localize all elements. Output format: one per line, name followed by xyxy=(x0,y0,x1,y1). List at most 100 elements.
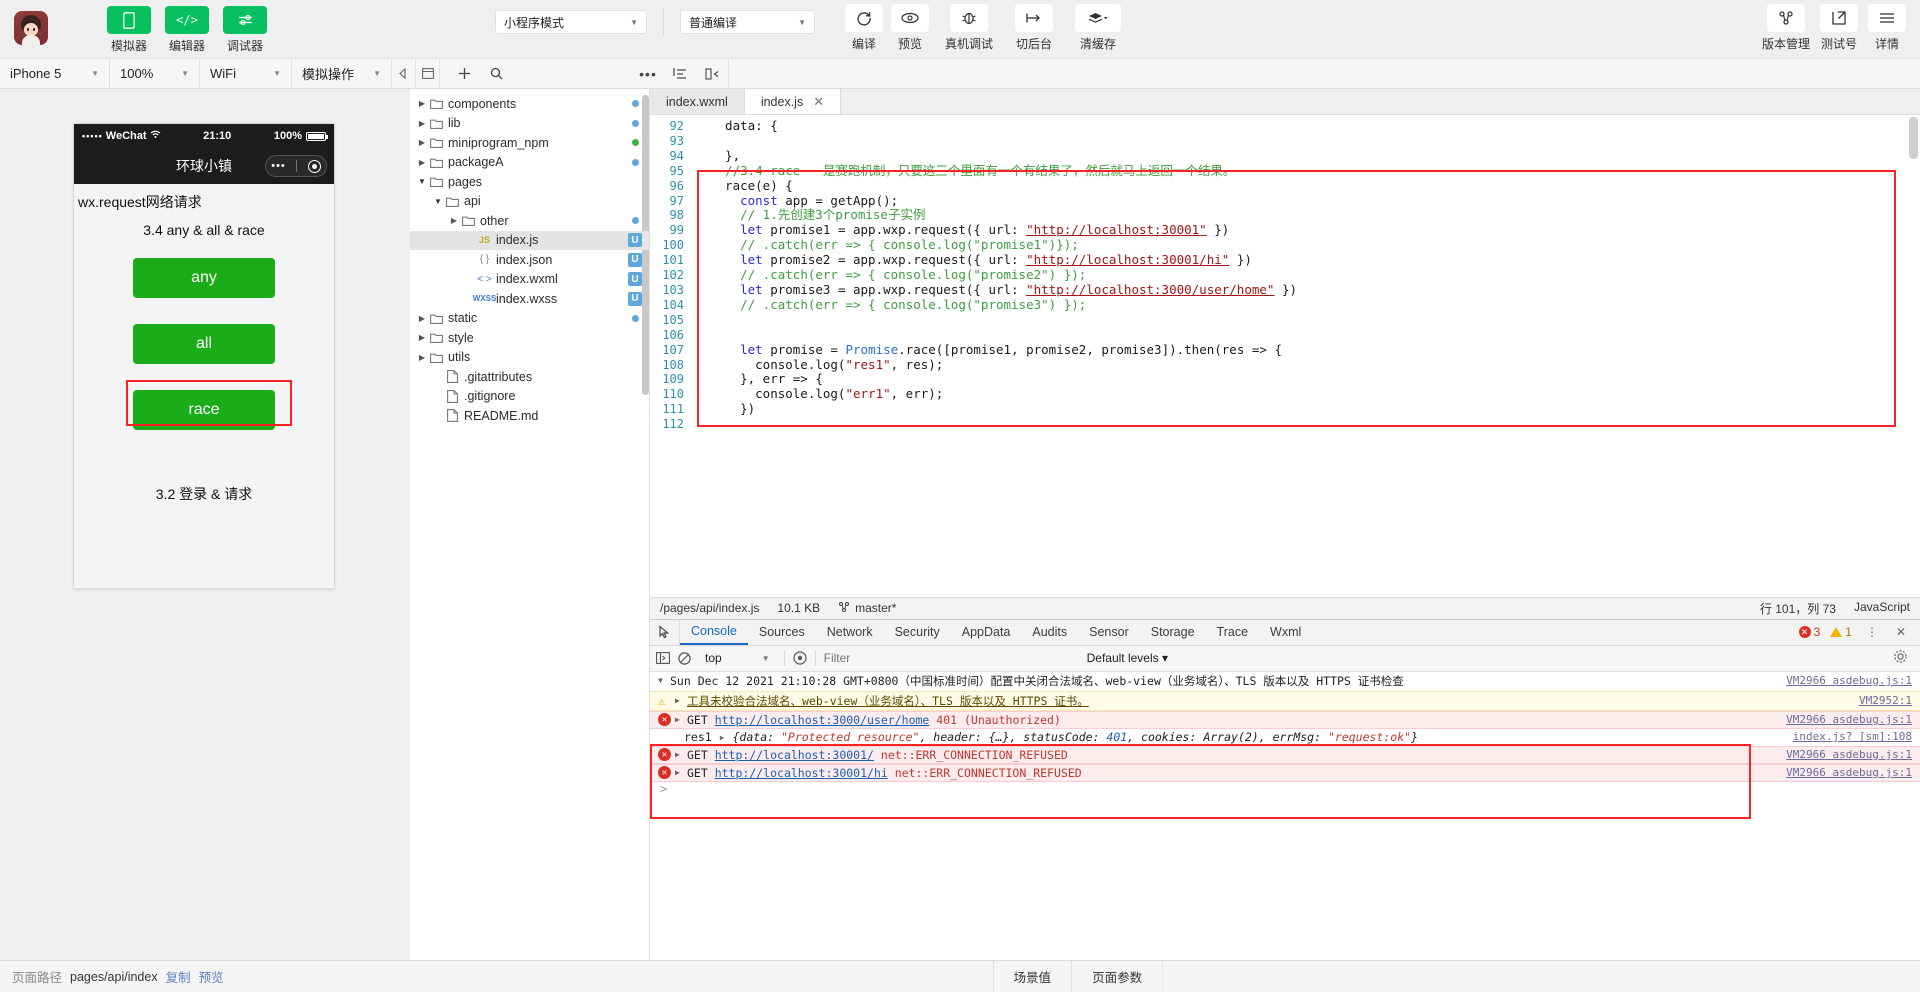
clear-cache-button[interactable]: 清缓存 xyxy=(1075,4,1122,52)
sort-icon[interactable] xyxy=(664,59,696,88)
toggle-editor[interactable]: </> 编辑器 xyxy=(164,6,210,54)
chevron-right-icon[interactable]: ▶ xyxy=(448,216,460,225)
code-line[interactable] xyxy=(710,328,1920,343)
rotate-left-icon[interactable] xyxy=(392,59,416,88)
expand-triangle-icon[interactable]: ▶ xyxy=(675,696,687,705)
editor-language[interactable]: JavaScript xyxy=(1854,600,1910,617)
code-line[interactable]: }, xyxy=(710,148,1920,164)
file-item-index-js[interactable]: JS index.js U xyxy=(410,230,649,250)
console-message-warn[interactable]: ⚠ ▶ 工具未校验合法域名、web-view（业务域名）、TLS 版本以及 HTTP… xyxy=(650,690,1920,711)
file-item-index-json[interactable]: { } index.json U xyxy=(410,250,649,270)
devtools-more-icon[interactable]: ⋮ xyxy=(1862,625,1882,639)
gear-icon[interactable] xyxy=(1893,649,1914,667)
zoom-select[interactable]: 100% ▼ xyxy=(110,59,200,88)
network-select[interactable]: WiFi ▼ xyxy=(200,59,292,88)
details-button[interactable]: 详情 xyxy=(1868,4,1906,52)
log-levels-select[interactable]: Default levels ▾ xyxy=(1087,651,1168,665)
chevron-right-icon[interactable]: ▶ xyxy=(416,353,428,362)
file-item-packagea[interactable]: ▶ packageA xyxy=(410,153,649,173)
file-item-other[interactable]: ▶ other xyxy=(410,211,649,231)
code-line[interactable] xyxy=(710,134,1920,149)
compile-button[interactable]: 编译 xyxy=(845,4,883,52)
code-line[interactable] xyxy=(710,417,1920,432)
code-line[interactable]: }, err => { xyxy=(710,372,1920,387)
code-line[interactable] xyxy=(710,313,1920,328)
devtools-tab-security[interactable]: Security xyxy=(884,620,951,645)
more-dots-icon[interactable]: ••• xyxy=(271,160,286,172)
file-item-index-wxss[interactable]: WXSS index.wxss U xyxy=(410,289,649,309)
code-line[interactable]: // .catch(err => { console.log("promise3… xyxy=(710,297,1920,313)
file-item-lib[interactable]: ▶ lib xyxy=(410,114,649,134)
console-message-source[interactable]: VM2952:1 xyxy=(1847,694,1912,707)
expand-triangle-icon[interactable]: ▶ xyxy=(675,768,687,777)
editor-scrollbar[interactable] xyxy=(1909,117,1918,159)
console-message-info[interactable]: ▼ Sun Dec 12 2021 21:10:28 GMT+0800（中国标准时… xyxy=(650,671,1920,691)
code-line[interactable]: // .catch(err => { console.log("promise1… xyxy=(710,237,1920,253)
more-icon[interactable]: ••• xyxy=(632,59,664,88)
capsule-buttons[interactable]: ••• xyxy=(265,155,327,177)
user-avatar[interactable] xyxy=(14,11,48,45)
code-line[interactable]: race(e) { xyxy=(710,178,1920,194)
console-message-source[interactable]: index.js? [sm]:108 xyxy=(1781,730,1912,743)
close-circle-icon[interactable] xyxy=(307,159,321,173)
devtools-tab-audits[interactable]: Audits xyxy=(1021,620,1078,645)
devtools-tab-sources[interactable]: Sources xyxy=(748,620,816,645)
code-line[interactable]: data: { xyxy=(710,118,1920,134)
expand-triangle-icon[interactable]: ▶ xyxy=(675,750,687,759)
devtools-tab-network[interactable]: Network xyxy=(816,620,884,645)
clear-console-icon[interactable] xyxy=(678,651,691,665)
chevron-right-icon[interactable]: ▶ xyxy=(416,138,428,147)
new-file-icon[interactable] xyxy=(448,59,480,88)
real-device-debug-button[interactable]: 真机调试 xyxy=(945,4,993,52)
console-output[interactable]: ▼ Sun Dec 12 2021 21:10:28 GMT+0800（中国标准时… xyxy=(650,671,1920,960)
search-icon[interactable] xyxy=(480,59,512,88)
preview-button[interactable]: 预览 xyxy=(891,4,929,52)
devtools-tab-wxml[interactable]: Wxml xyxy=(1259,620,1312,645)
code-line[interactable]: console.log("err1", err); xyxy=(710,386,1920,402)
test-account-button[interactable]: 测试号 xyxy=(1820,4,1858,52)
code-line[interactable]: let promise3 = app.wxp.request({ url: "h… xyxy=(710,282,1920,298)
toggle-simulator[interactable]: 模拟器 xyxy=(106,6,152,54)
close-icon[interactable]: ✕ xyxy=(813,94,824,110)
file-explorer[interactable]: ▶ components ▶ lib ▶ miniprogram_npm ▶ packageA… xyxy=(410,89,650,960)
device-select[interactable]: iPhone 5 ▼ xyxy=(0,59,110,88)
console-message-source[interactable]: VM2966 asdebug.js:1 xyxy=(1774,713,1912,726)
inspect-element-icon[interactable] xyxy=(650,619,680,645)
code-line[interactable]: // 1.先创建3个promise子实例 xyxy=(710,207,1920,223)
file-item--gitignore[interactable]: .gitignore xyxy=(410,387,649,407)
code-line[interactable]: let promise1 = app.wxp.request({ url: "h… xyxy=(710,222,1920,238)
code-line[interactable]: console.log("res1", res); xyxy=(710,357,1920,373)
console-message-plain[interactable]: res1 ▸ {data: "Protected resource", head… xyxy=(650,728,1920,746)
chevron-right-icon[interactable]: ▶ xyxy=(416,119,428,128)
collapse-all-icon[interactable] xyxy=(696,59,728,88)
page-params-tab[interactable]: 页面参数 xyxy=(1072,961,1164,992)
error-count-badge[interactable]: ✕ 3 xyxy=(1798,625,1820,639)
race-button[interactable]: race xyxy=(133,390,275,430)
all-button[interactable]: all xyxy=(133,324,275,364)
chevron-down-icon[interactable]: ▼ xyxy=(416,177,428,186)
console-message-err[interactable]: ✕ ▶ GET http://localhost:30001/hi net::ERR… xyxy=(650,763,1920,782)
code-line[interactable]: //3.4 race 是赛跑机制，只要这三个里面有一个有结果了，然后就马上返回一… xyxy=(710,163,1920,179)
file-item-style[interactable]: ▶ style xyxy=(410,328,649,348)
code-line[interactable]: let promise2 = app.wxp.request({ url: "h… xyxy=(710,252,1920,268)
copy-path-link[interactable]: 复制 xyxy=(166,967,191,986)
code-editor[interactable]: 92 93 94 95 96 97 98 99 100 101 102 103 104 105 106 107… xyxy=(650,115,1920,597)
editor-tab-index-js[interactable]: index.js ✕ xyxy=(744,89,842,114)
devtools-tab-trace[interactable]: Trace xyxy=(1206,620,1260,645)
warning-count-badge[interactable]: 1 xyxy=(1830,625,1852,639)
mode-select[interactable]: 小程序模式 ▼ xyxy=(495,10,647,34)
code-line[interactable]: }) xyxy=(710,401,1920,417)
code-line[interactable]: const app = getApp(); xyxy=(710,193,1920,209)
execution-context-select[interactable]: top ▼ xyxy=(699,651,776,665)
scene-value-tab[interactable]: 场景值 xyxy=(994,961,1073,992)
version-control-button[interactable]: 版本管理 xyxy=(1762,4,1810,52)
expand-triangle-icon[interactable]: ▶ xyxy=(675,715,687,724)
live-expression-icon[interactable] xyxy=(793,651,807,665)
devtools-tab-storage[interactable]: Storage xyxy=(1140,620,1206,645)
file-item-components[interactable]: ▶ components xyxy=(410,94,649,114)
chevron-right-icon[interactable]: ▶ xyxy=(416,158,428,167)
console-message-err[interactable]: ✕ ▶ GET http://localhost:3000/user/home 40… xyxy=(650,710,1920,729)
file-item-index-wxml[interactable]: < > index.wxml U xyxy=(410,270,649,290)
code-line[interactable]: let promise = Promise.race([promise1, pr… xyxy=(710,342,1920,358)
console-sidebar-icon[interactable] xyxy=(656,652,670,664)
